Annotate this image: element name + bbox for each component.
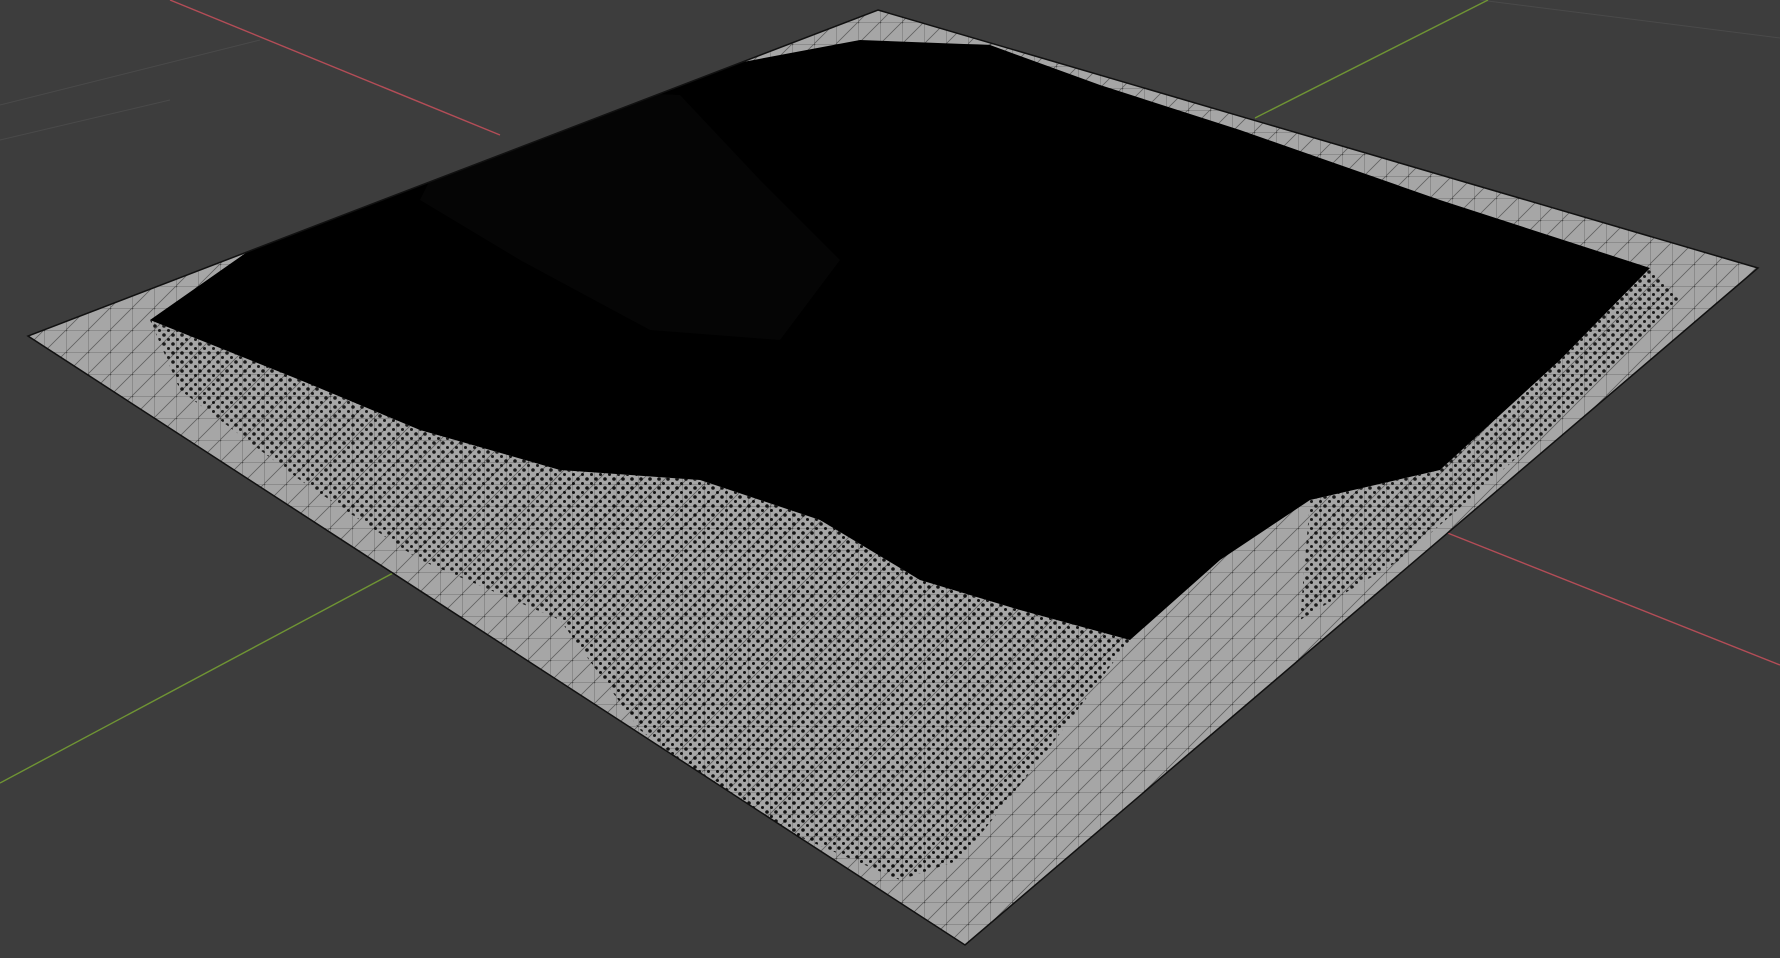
viewport-scene[interactable] (0, 0, 1780, 958)
terrain-mesh[interactable] (26, 9, 1760, 946)
grid-line (1479, 0, 1780, 39)
3d-viewport[interactable] (0, 0, 1780, 958)
y-axis-line (0, 571, 396, 784)
x-axis-line (1439, 529, 1780, 666)
grid-line (0, 39, 261, 106)
y-axis-line (1254, 0, 1489, 119)
x-axis-line (169, 0, 501, 136)
grid-line (0, 99, 171, 141)
mesh-dense-vertices (150, 40, 1680, 880)
